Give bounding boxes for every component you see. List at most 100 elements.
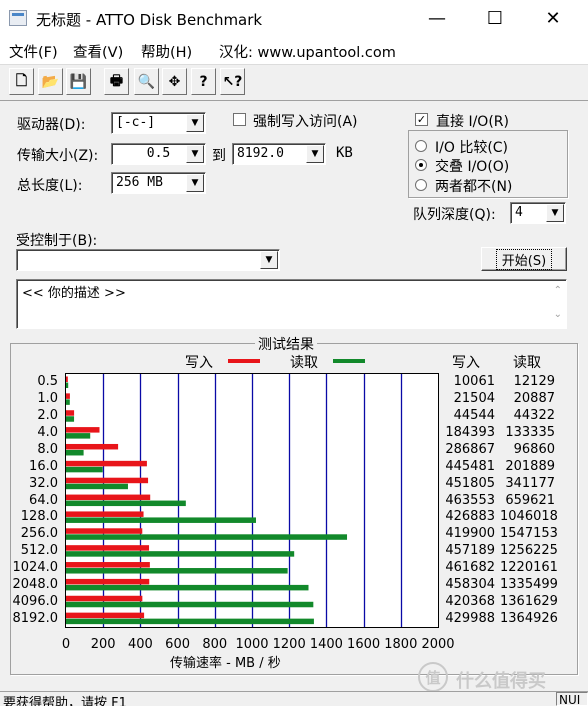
start-button-label: 开始(S) [495, 248, 553, 270]
context-help-icon[interactable]: ↖? [220, 68, 245, 95]
direct-io-checkbox[interactable]: ✓ [415, 113, 428, 126]
print-icon[interactable]: 🖶 [104, 68, 129, 95]
write-bar [66, 494, 151, 501]
legend-read-label: 读取 [290, 355, 318, 371]
write-bar [66, 612, 145, 619]
save-disk-icon[interactable]: 💾 [66, 68, 91, 95]
x-tick-label: 1800 [384, 637, 418, 652]
controlled-by-select[interactable] [16, 249, 280, 271]
drive-value: [-c-] [116, 115, 156, 130]
write-bar [66, 528, 143, 534]
chart-plot-area [65, 373, 439, 628]
y-tick-label: 256.0 [20, 526, 58, 542]
y-tick-label: 128.0 [20, 509, 58, 525]
total-length-dropdown-icon[interactable]: ▼ [186, 174, 204, 192]
close-button[interactable]: ✕ [524, 0, 582, 36]
menu-help[interactable]: 帮助(H) [141, 41, 192, 62]
x-axis-title: 传输速率 - MB / 秒 [170, 656, 281, 671]
force-write-checkbox[interactable] [233, 113, 246, 126]
y-tick-label: 1024.0 [12, 559, 59, 575]
transfer-from-value: 0.5 [146, 146, 171, 161]
write-bar [66, 595, 143, 602]
read-value: 96860 [513, 441, 555, 457]
read-bar [66, 449, 84, 456]
total-length-label: 总长度(L): [17, 178, 83, 194]
queue-depth-dropdown-icon[interactable]: ▼ [546, 204, 564, 222]
minimize-button[interactable]: — [408, 0, 466, 36]
write-bar [66, 410, 75, 416]
open-folder-icon[interactable]: 📂 [38, 68, 63, 95]
read-bar [66, 483, 128, 490]
x-tick-label: 1200 [272, 637, 306, 652]
results-title: 测试结果 [255, 334, 317, 354]
x-tick-label: 200 [90, 637, 116, 652]
io-compare-label: I/O 比较(C) [435, 140, 509, 156]
write-value: 21504 [453, 391, 495, 407]
write-bar [66, 477, 149, 484]
write-value: 457189 [445, 543, 495, 559]
window-title: 无标题 - ATTO Disk Benchmark [36, 11, 263, 29]
write-bar [66, 443, 119, 450]
read-bar [66, 466, 103, 473]
total-length-value: 256 MB [116, 175, 163, 190]
status-help-text: 要获得帮助，请按 F1 [3, 696, 127, 706]
read-bar [66, 416, 75, 422]
neither-radio[interactable] [415, 179, 427, 191]
transfer-to-dropdown-icon[interactable]: ▼ [306, 145, 324, 163]
description-text: << 你的描述 >> [22, 286, 126, 301]
controlled-by-label: 受控制于(B): [16, 233, 98, 249]
read-bar [66, 500, 186, 507]
write-value: 445481 [445, 458, 495, 474]
column-header-read: 读取 [513, 355, 541, 371]
scroll-down-icon[interactable]: ⌄ [554, 309, 562, 320]
new-document-icon[interactable]: 🗋 [9, 68, 34, 95]
drive-label: 驱动器(D): [17, 117, 86, 133]
drive-dropdown-icon[interactable]: ▼ [186, 114, 204, 132]
help-question-icon[interactable]: ? [191, 68, 216, 95]
transfer-from-dropdown-icon[interactable]: ▼ [186, 145, 204, 163]
to-label: 到 [212, 148, 226, 164]
x-tick-label: 0 [61, 637, 71, 652]
read-bar [66, 551, 295, 557]
write-bar [66, 545, 150, 551]
legend-read-swatch [333, 359, 365, 363]
move-crosshair-icon[interactable]: ✥ [162, 68, 187, 95]
io-compare-radio[interactable] [415, 140, 427, 152]
queue-depth-value: 4 [515, 205, 523, 220]
menu-file[interactable]: 文件(F) [9, 41, 58, 62]
y-tick-label: 4096.0 [12, 593, 59, 609]
read-value: 1364926 [500, 610, 558, 626]
menu-localization[interactable]: 汉化: www.upantool.com [219, 41, 396, 62]
start-button[interactable]: 开始(S) [481, 247, 567, 271]
menu-view[interactable]: 查看(V) [73, 41, 123, 62]
print-preview-icon[interactable]: 🔍 [134, 68, 159, 95]
x-tick-label: 1600 [347, 637, 381, 652]
write-bar [66, 562, 150, 568]
y-tick-label: 512.0 [20, 543, 58, 559]
legend-write-label: 写入 [185, 355, 213, 371]
read-bar [66, 433, 91, 439]
controlled-by-dropdown-icon[interactable]: ▼ [260, 251, 278, 269]
description-textarea[interactable]: << 你的描述 >> ⌃ ⌄ [16, 279, 567, 329]
y-tick-label: 64.0 [29, 492, 58, 508]
force-write-label: 强制写入访问(A) [253, 114, 358, 130]
x-tick-label: 2000 [421, 637, 455, 652]
bar-chart [66, 374, 403, 627]
read-value: 133335 [505, 425, 555, 441]
overlapped-io-radio[interactable] [415, 159, 427, 171]
write-value: 461682 [445, 559, 495, 575]
watermark-logo-icon: 值 [418, 662, 448, 692]
scroll-up-icon[interactable]: ⌃ [554, 285, 562, 296]
read-bar [66, 584, 309, 591]
transfer-to-value: 8192.0 [237, 146, 284, 161]
read-value: 12129 [513, 374, 555, 390]
read-bar [66, 534, 348, 540]
maximize-button[interactable]: ☐ [466, 0, 524, 36]
write-value: 463553 [445, 492, 495, 508]
direct-io-label: 直接 I/O(R) [436, 114, 509, 130]
write-bar [66, 393, 70, 399]
x-tick-label: 600 [165, 637, 190, 652]
neither-label: 两者都不(N) [435, 179, 513, 195]
read-value: 201889 [505, 458, 555, 474]
x-tick-label: 800 [202, 637, 228, 652]
